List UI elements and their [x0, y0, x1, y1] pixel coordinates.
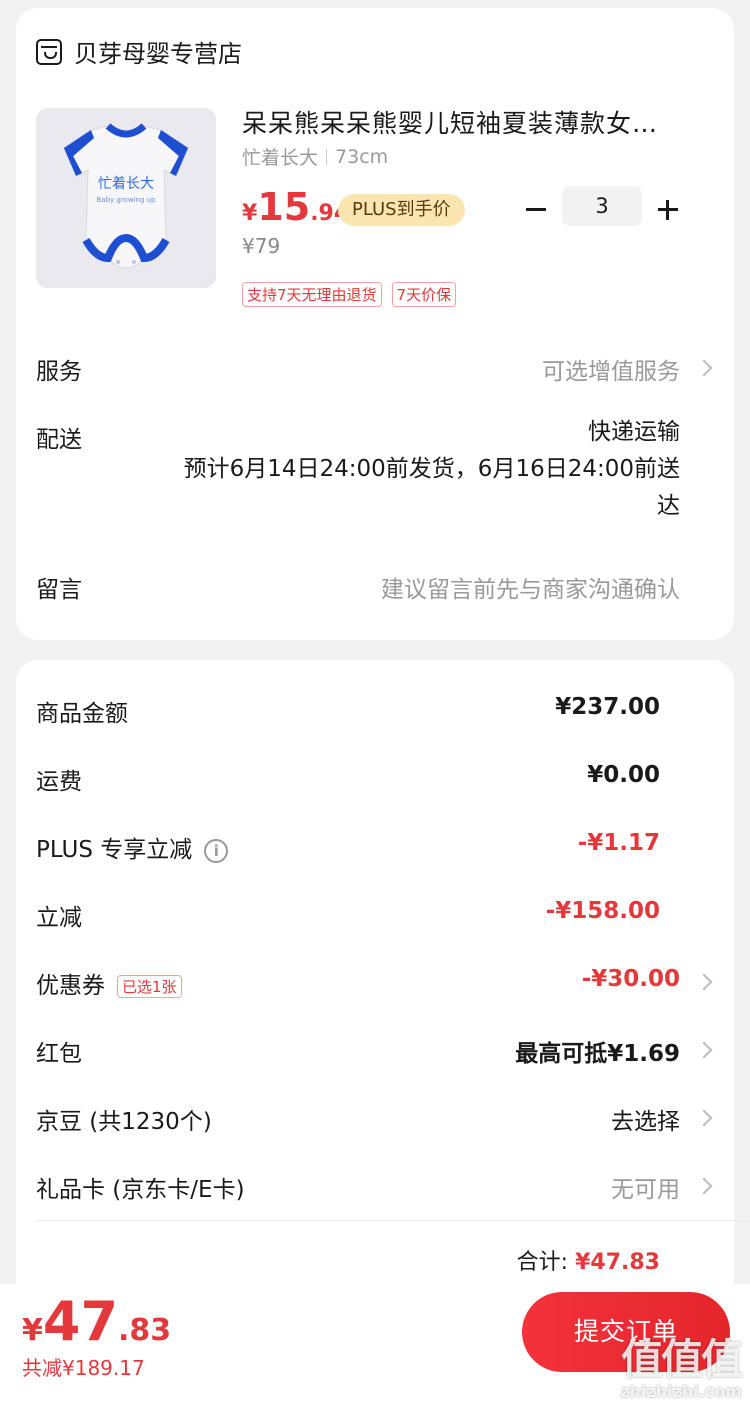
- tag-return: 支持7天无理由退货: [242, 282, 382, 307]
- summary-divider: [36, 1220, 750, 1221]
- spec-divider: [326, 148, 328, 165]
- price-currency: ¥: [242, 201, 258, 226]
- product-price: ¥ 15 .94: [242, 185, 349, 229]
- delivery-method: 快递运输: [588, 419, 680, 445]
- service-tags: 支持7天无理由退货 7天价保: [242, 282, 466, 307]
- jingdou-label: 京豆 (共1230个): [36, 1109, 212, 1135]
- image-text-en: Baby growing up: [96, 196, 156, 204]
- pay-decimal: .83: [118, 1313, 172, 1348]
- quantity-minus-button[interactable]: [522, 196, 550, 224]
- delivery-info[interactable]: 快递运输 预计6月14日24:00前发货，6月16日24:00前送 达: [140, 414, 680, 525]
- giftcard-label: 礼品卡 (京东卡/E卡): [36, 1177, 245, 1203]
- shop-header[interactable]: 贝芽母婴专营店: [36, 34, 242, 69]
- goods-amount-label: 商品金额: [36, 701, 128, 727]
- plus-discount-row: PLUS 专享立减 i: [36, 830, 229, 864]
- instant-discount-label: 立减: [36, 905, 82, 931]
- quantity-plus-button[interactable]: [654, 196, 682, 224]
- spec-size: 73cm: [335, 145, 389, 168]
- service-label: 服务: [36, 359, 82, 385]
- coupon-selected-tag: 已选1张: [117, 975, 182, 998]
- order-total: 合计: ¥47.83: [517, 1244, 660, 1276]
- jingdou-value[interactable]: 去选择: [611, 1102, 680, 1136]
- plus-price-tag: PLUS到手价: [338, 194, 465, 226]
- shipping-label: 运费: [36, 769, 82, 795]
- goods-amount-value: ¥237.00: [555, 694, 660, 720]
- product-card: [16, 8, 734, 640]
- total-saved: 共减¥189.17: [22, 1356, 145, 1380]
- coupon-row[interactable]: 优惠券 已选1张: [36, 966, 182, 1000]
- product-title[interactable]: 呆呆熊呆呆熊婴儿短袖夏装薄款女…: [242, 104, 682, 140]
- pay-amount: ¥ 47 .83: [22, 1290, 171, 1353]
- giftcard-value[interactable]: 无可用: [611, 1170, 680, 1204]
- redpacket-value-text: 最高可抵¥1.69: [515, 1041, 680, 1067]
- price-integer: 15: [257, 185, 311, 229]
- total-value: ¥47.83: [575, 1250, 660, 1275]
- instant-discount-value: -¥158.00: [545, 898, 660, 924]
- tag-price-protect: 7天价保: [391, 282, 457, 307]
- image-text-cn: 忙着长大: [98, 176, 154, 192]
- message-input[interactable]: 建议留言前先与商家沟通确认: [381, 570, 680, 604]
- redpacket-value[interactable]: 最高可抵¥1.69: [515, 1034, 680, 1068]
- watermark: 值值值 zhizhizhi.com: [620, 1335, 743, 1402]
- product-image[interactable]: 忙着长大 Baby growing up: [36, 108, 216, 288]
- shipping-value: ¥0.00: [587, 762, 660, 788]
- delivery-estimate-line1: 预计6月14日24:00前发货，6月16日24:00前送: [183, 456, 680, 482]
- watermark-logo: 值值值: [621, 1335, 743, 1384]
- total-label: 合计:: [516, 1250, 569, 1275]
- pay-currency: ¥: [22, 1313, 43, 1348]
- watermark-domain: zhizhizhi.com: [620, 1382, 742, 1401]
- delivery-estimate-line2: 达: [657, 493, 680, 519]
- info-icon[interactable]: i: [204, 838, 229, 863]
- quantity-input[interactable]: 3: [562, 186, 642, 226]
- service-value[interactable]: 可选增值服务: [542, 352, 680, 386]
- spec-style: 忙着长大: [242, 147, 319, 169]
- plus-discount-value: -¥1.17: [577, 830, 660, 856]
- coupon-value[interactable]: -¥30.00: [582, 966, 680, 992]
- original-price: ¥79: [242, 234, 281, 258]
- product-spec[interactable]: 忙着长大 73cm: [242, 143, 388, 170]
- shop-name: 贝芽母婴专营店: [74, 40, 242, 68]
- delivery-label: 配送: [36, 427, 82, 453]
- plus-discount-label: PLUS 专享立减: [36, 837, 193, 863]
- coupon-label: 优惠券: [36, 973, 105, 999]
- message-label: 留言: [36, 577, 82, 603]
- pay-integer: 47: [42, 1290, 119, 1353]
- redpacket-label: 红包: [36, 1041, 82, 1067]
- shop-icon: [36, 38, 62, 65]
